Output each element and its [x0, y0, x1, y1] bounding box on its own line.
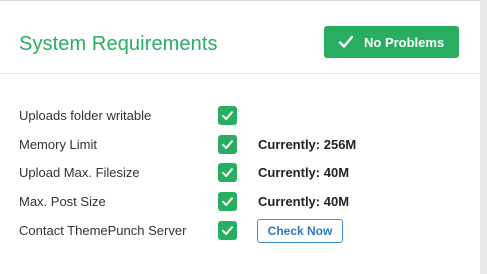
checkmark-icon [338, 33, 354, 51]
requirement-name: Contact ThemePunch Server [19, 223, 187, 238]
requirement-row-max-post-size: Max. Post Size Currently: 40M [0, 190, 480, 214]
panel-header: System Requirements No Problems [0, 1, 480, 74]
check-now-button[interactable]: Check Now [257, 219, 343, 243]
no-problems-label: No Problems [364, 34, 445, 50]
requirement-row-uploads-folder: Uploads folder writable [0, 104, 480, 128]
requirement-row-upload-max-filesize: Upload Max. Filesize Currently: 40M [0, 161, 480, 185]
checkbox-checked-icon [218, 163, 237, 182]
requirement-name: Max. Post Size [19, 194, 106, 209]
requirement-name: Upload Max. Filesize [19, 165, 140, 180]
page-edge [480, 0, 487, 274]
requirement-value: Currently: 40M [258, 165, 350, 180]
checkbox-checked-icon [218, 106, 237, 125]
requirement-name: Memory Limit [19, 137, 98, 152]
requirement-value: Currently: 256M [258, 137, 357, 152]
no-problems-button[interactable]: No Problems [324, 26, 459, 58]
requirement-value: Currently: 40M [258, 194, 350, 209]
panel-title: System Requirements [19, 33, 218, 55]
requirement-row-memory-limit: Memory Limit Currently: 256M [0, 133, 480, 157]
checkbox-checked-icon [218, 135, 237, 154]
requirement-row-contact-server: Contact ThemePunch Server Check Now [0, 219, 480, 243]
checkbox-checked-icon [218, 221, 237, 240]
requirement-name: Uploads folder writable [19, 108, 152, 123]
checkbox-checked-icon [218, 192, 237, 211]
system-requirements-panel: System Requirements No Problems Uploads … [0, 0, 480, 274]
